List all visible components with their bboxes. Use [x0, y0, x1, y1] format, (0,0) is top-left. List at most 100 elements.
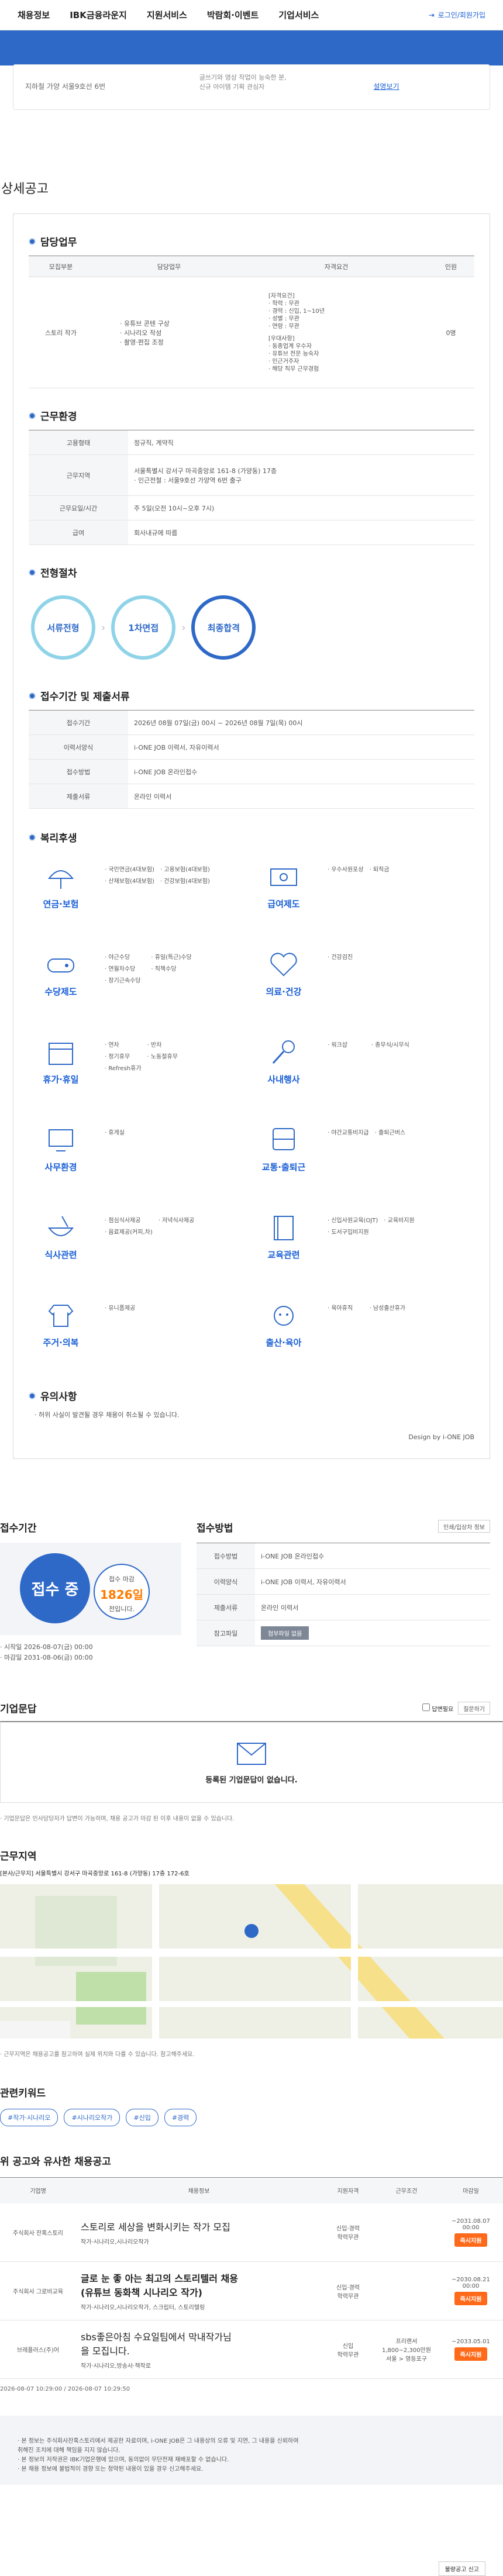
nav-item-company[interactable]: 기업서비스	[278, 9, 319, 21]
benefit-entry: · 교육비지원	[384, 1218, 415, 1224]
report-button[interactable]: 불량공고 신고	[438, 2561, 485, 2576]
benefit-entry: · 건강보험(4대보험)	[160, 878, 210, 885]
benefit-list: · 유니폼제공	[105, 1303, 172, 1353]
similar-row[interactable]: 브레플러스(주)어 sbs좋은아침 수요일팀에서 막내작가님 을 모집니다. 작가·…	[0, 2320, 503, 2379]
hero-band	[0, 30, 503, 65]
company-name[interactable]: 주식회사 그로비교육	[0, 2261, 76, 2320]
envelope-icon	[237, 1743, 266, 1765]
benefit-entry: · 휴일(특근)수당	[151, 954, 192, 961]
ask-button[interactable]: 질문하기	[458, 1701, 490, 1715]
similar-heading: 위 공고와 유사한 채용공고	[0, 2156, 111, 2168]
job-title[interactable]: 글로 눈 좋 아는 최고의 스토리텔러 채용 (유튜브 동화책 시나리오 작가)	[81, 2271, 317, 2299]
login-icon: ⇥	[428, 11, 435, 19]
benefit-entry: · 연월차수당	[105, 966, 136, 973]
keyword-tag[interactable]: #작가·시나리오	[0, 2109, 58, 2126]
benefit-item: 급여제도 · 우수사원포상 · 퇴직금	[252, 861, 474, 915]
benefit-entry: · 반차	[147, 1042, 162, 1049]
similar-row[interactable]: 주식회사 잔혹스토리 스토리로 세상을 변화시키는 작가 모집 작가·시나리오,시나…	[0, 2203, 503, 2262]
hero-summary-card: 지하철 가양 서울9호선 6번 글쓰기와 영상 작업이 능숙한 분, 신규 아이템…	[13, 64, 490, 110]
benefit-list: · 야간교통비지급 · 출퇴근버스	[328, 1127, 416, 1178]
answer-needed-checkbox[interactable]: 답변필요	[422, 1703, 453, 1713]
benefit-entry: · 국민연금(4대보험)	[105, 867, 154, 873]
calendar-icon	[49, 1043, 73, 1065]
umbrella-icon	[47, 870, 74, 889]
receipt-heading: 접수기간 및 제출서류	[29, 688, 474, 703]
apply-now-button[interactable]: 즉시지원	[454, 2347, 488, 2361]
apply-now-button[interactable]: 즉시지원	[454, 2233, 488, 2247]
map-graphic	[0, 1884, 503, 2039]
benefit-entry: · 건강검진	[328, 954, 353, 961]
benefit-name: 교통·출퇴근	[261, 1162, 306, 1173]
nav-item-recruit[interactable]: 채용정보	[18, 9, 50, 21]
benefit-entry: · 유니폼제공	[105, 1305, 136, 1312]
money-icon	[270, 868, 297, 886]
qna-empty-box: 등록된 기업문답이 없습니다.	[0, 1721, 503, 1803]
benefit-name: 교육관련	[267, 1250, 300, 1260]
gamepad-icon	[47, 958, 74, 973]
remain-badge: 접수 마감 1826일 전입니다.	[94, 1564, 150, 1620]
apply-method: 접수방법 인쇄/입상차 정보 접수방법 i-ONE JOB 온라인접수 이력양식 i-…	[197, 1520, 503, 1663]
benefit-name: 수당제도	[44, 987, 77, 997]
benefit-item: 주거·의복 · 유니폼제공	[29, 1299, 252, 1353]
duty-table: 모집부분 담당업무 자격요건 인원 스토리 작가 · 유튜브 콘텐 구상 · 시나리오 …	[29, 256, 474, 388]
benefit-entry: · 점심식사제공	[105, 1218, 141, 1224]
benefit-entry: · 정기휴무	[105, 1054, 130, 1060]
microphone-icon	[272, 1040, 295, 1064]
similar-table: 기업명 채용정보 지원자격 근무조건 마감일 주식회사 잔혹스토리 스토리로 세상을 변화…	[0, 2177, 503, 2379]
end-date: · 마감일 2031-08-06(금) 00:00	[0, 1654, 93, 1661]
hero-pref: 글쓰기와 영상 작업이 능숙한 분, 신규 아이템 기획 관심자	[199, 74, 287, 91]
benefit-entry: · 음료제공(커피,차)	[105, 1229, 153, 1236]
print-button[interactable]: 인쇄/입상차 정보	[438, 1520, 490, 1533]
keyword-tag[interactable]: #시나리오작가	[64, 2109, 120, 2126]
apply-now-button[interactable]: 즉시지원	[454, 2292, 488, 2305]
job-title[interactable]: sbs좋은아침 수요일팀에서 막내작가님 을 모집니다.	[81, 2329, 317, 2357]
similar-footnote: 2026-08-07 10:29:00 / 2026-08-07 10:29:5…	[0, 2386, 130, 2392]
nav-item-support[interactable]: 지원서비스	[147, 9, 187, 21]
company-name[interactable]: 브레플러스(주)어	[0, 2320, 76, 2379]
keyword-tag[interactable]: #신입	[126, 2109, 159, 2126]
benefit-entry: · 남성출산휴가	[369, 1305, 406, 1312]
attachment-button[interactable]: 첨부파일 없음	[261, 1626, 309, 1640]
location-note: · 근무지역은 채용공고를 참고하여 실제 위치와 다를 수 있습니다. 참고해…	[0, 2051, 195, 2058]
benefit-list: · 야근수당 · 휴일(특근)수당 · 연월차수당 · 직책수당 · 장기근속수당	[105, 952, 192, 1002]
benefit-name: 의료·건강	[266, 987, 302, 997]
shirt-icon	[48, 1305, 74, 1327]
login-link[interactable]: ⇥ 로그인/회원가입	[429, 10, 485, 20]
nav-menu: 채용정보 IBK금융라운지 지원서비스 박람회·이벤트 기업서비스	[18, 9, 319, 21]
process-step-3: 최종합격	[191, 595, 256, 660]
benefit-grid: 연금·보험 · 국민연금(4대보험) · 고용보험(4대보험) · 산재보험(4대보험…	[29, 861, 474, 1353]
process-step-1: 서류전형	[31, 595, 95, 660]
nav-item-event[interactable]: 박람회·이벤트	[207, 9, 259, 21]
process-steps: 서류전형 › 1차면접 › 최종합격	[31, 587, 474, 668]
heart-icon	[270, 953, 297, 977]
similar-row[interactable]: 주식회사 그로비교육 글로 눈 좋 아는 최고의 스토리텔러 채용 (유튜브 동화…	[0, 2261, 503, 2320]
benefit-list: · 연차 · 반차 · 정기휴무 · 노동절휴무 · Refresh휴가	[105, 1040, 184, 1090]
bullet-icon	[29, 237, 36, 245]
company-name[interactable]: 주식회사 잔혹스토리	[0, 2203, 76, 2262]
keyword-list: #작가·시나리오 #시나리오작가 #신입 #경력	[0, 2109, 503, 2126]
benefit-list: · 우수사원포상 · 퇴직금	[328, 864, 405, 915]
benefit-name: 연금·보험	[43, 899, 79, 909]
duty-tasks: · 유튜브 콘텐 구상 · 시나리오 작성 · 촬영·편집 조정	[93, 277, 245, 388]
benefit-name: 식사관련	[44, 1250, 77, 1260]
benefit-entry: · 연차	[105, 1042, 119, 1049]
caution-heading: 유의사항	[29, 1388, 474, 1403]
benefit-item: 사내행사 · 워크샵 · 종무식/시무식	[252, 1036, 474, 1090]
top-nav: 채용정보 IBK금융라운지 지원서비스 박람회·이벤트 기업서비스 ⇥ 로그인/회…	[0, 0, 503, 30]
keyword-tag[interactable]: #경력	[164, 2109, 197, 2126]
benefit-list: · 신입사원교육(OJT) · 교육비지원 · 도서구입비지원	[328, 1215, 435, 1265]
location-map[interactable]	[0, 1884, 503, 2039]
benefit-entry: · 노동절휴무	[147, 1054, 178, 1060]
detail-box: 담당업무 모집부분 담당업무 자격요건 인원 스토리 작가 · 유튜브 콘텐 구상 · …	[13, 213, 490, 1459]
benefit-item: 휴가·휴일 · 연차 · 반차 · 정기휴무 · 노동절휴무 · Refresh휴가	[29, 1036, 252, 1090]
bus-icon	[273, 1128, 295, 1150]
hero-station: 지하철 가양 서울9호선 6번	[25, 82, 106, 91]
nav-item-lounge[interactable]: IBK금융라운지	[70, 9, 127, 21]
benefit-item: 의료·건강 · 건강검진	[252, 949, 474, 1002]
benefit-list: · 건강검진	[328, 952, 384, 1002]
benefit-list: · 육아휴직 · 남성출산휴가	[328, 1303, 405, 1353]
hero-detail-link[interactable]: 설명보기	[373, 81, 478, 93]
benefit-entry: · 종무식/시무식	[371, 1042, 409, 1049]
benefit-list: · 점심식사제공 · 저녁식사제공 · 음료제공(커피,차)	[105, 1215, 206, 1265]
job-title[interactable]: 스토리로 세상을 변화시키는 작가 모집	[81, 2219, 317, 2233]
